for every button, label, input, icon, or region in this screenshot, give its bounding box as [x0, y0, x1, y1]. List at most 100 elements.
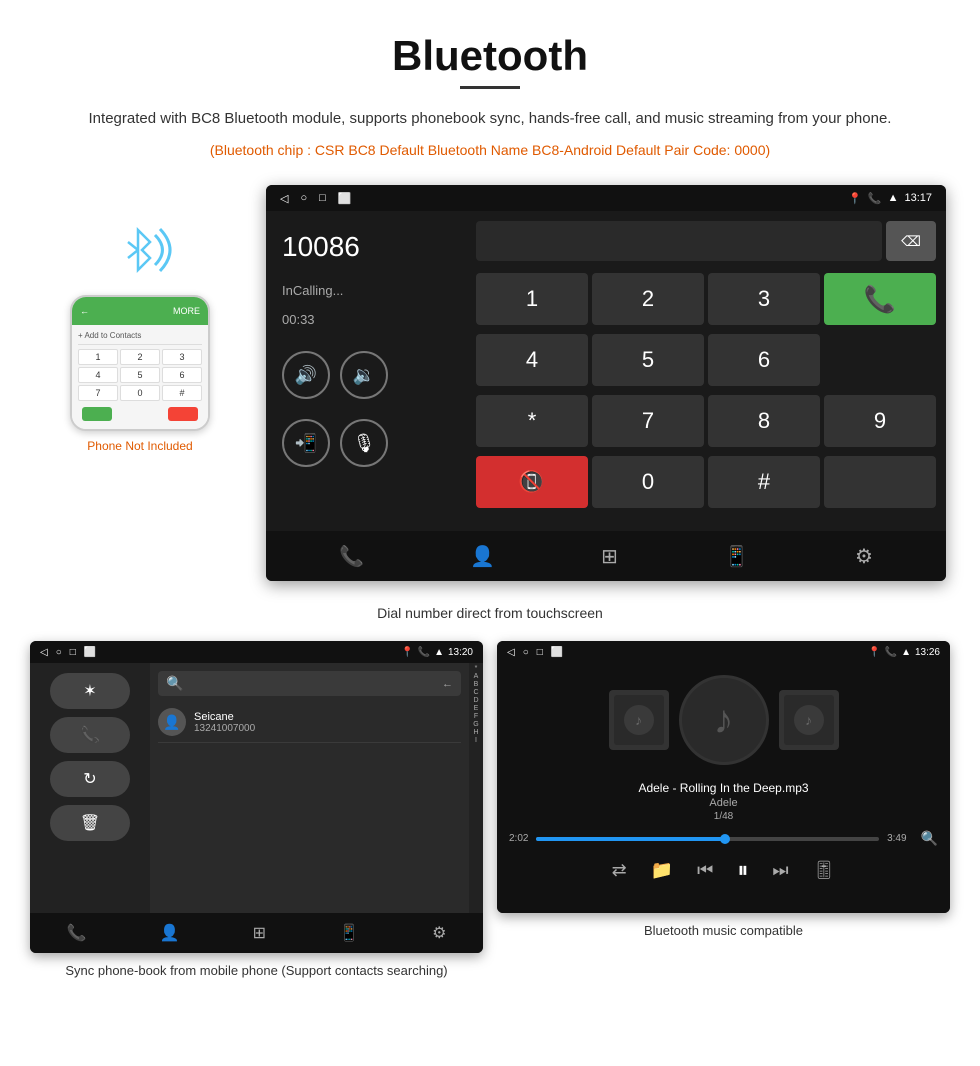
key-8[interactable]: 8 [708, 395, 820, 447]
contacts-search-row: 🔍 ← [158, 671, 461, 696]
phone-mockup: ← MORE + Add to Contacts 1 2 3 4 5 6 7 0… [70, 295, 210, 431]
dial-controls-row1: 🔊 🔉 [282, 351, 450, 399]
mute-button[interactable]: 🎙 [340, 419, 388, 467]
contacts-status-right: 📍 📞 ▲ 13:20 [401, 647, 473, 658]
music-search-icon[interactable]: 🔍 [921, 830, 938, 847]
dial-left-panel: 10086 InCalling... 00:33 🔊 🔉 📲 🎙 [266, 211, 466, 531]
phone-key-6: 6 [162, 367, 202, 383]
key-star[interactable]: * [476, 395, 588, 447]
contact-name: Seicane [194, 711, 255, 723]
volume-up-button[interactable]: 🔊 [282, 351, 330, 399]
music-progress-bar[interactable] [536, 837, 879, 841]
bottom-row: ◁ ○ □ ⬜ 📍 📞 ▲ 13:20 ✶ 📞 ↻ 🗑 [0, 641, 980, 981]
call-button[interactable]: 📞 [824, 273, 936, 325]
phone-key-3: 3 [162, 349, 202, 365]
dial-time: 13:17 [904, 192, 932, 204]
music-progress-dot [720, 834, 730, 844]
calls-tab-icon[interactable]: 📞 [339, 544, 364, 569]
delete-button[interactable]: ⌫ [886, 221, 936, 261]
alpha-c: C [473, 689, 478, 696]
add-contact-label: + Add to Contacts [78, 331, 202, 340]
c-location-icon: 📍 [401, 647, 413, 658]
dial-controls-row2: 📲 🎙 [282, 419, 450, 467]
music-mini-android: ◁ ○ □ ⬜ 📍 📞 ▲ 13:26 ♪ [497, 641, 950, 913]
volume-down-button[interactable]: 🔉 [340, 351, 388, 399]
phone-container: ← MORE + Add to Contacts 1 2 3 4 5 6 7 0… [30, 185, 250, 453]
music-status-right: 📍 📞 ▲ 13:26 [868, 647, 940, 658]
eq-button[interactable]: 🎚 [813, 860, 836, 881]
key-3[interactable]: 3 [708, 273, 820, 325]
contacts-time: 13:20 [448, 647, 473, 658]
key-4[interactable]: 4 [476, 334, 588, 386]
c-contacts-icon[interactable]: 👤 [160, 923, 180, 943]
alpha-h: H [473, 729, 478, 736]
delete-sidebar-btn[interactable]: 🗑 [50, 805, 130, 841]
key-6[interactable]: 6 [708, 334, 820, 386]
dial-right-panel: ⌫ 1 2 3 📞 4 5 6 * 7 8 9 📵 0 # [466, 211, 946, 531]
c-calls-icon[interactable]: 📞 [67, 923, 87, 943]
contacts-tab-icon[interactable]: 👤 [470, 544, 495, 569]
key-hash[interactable]: # [708, 456, 820, 508]
refresh-sidebar-btn[interactable]: ↻ [50, 761, 130, 797]
next-button[interactable]: ⏭ [772, 860, 788, 881]
contacts-bottom-bar: 📞 👤 ⊞ 📱 ⚙ [30, 913, 483, 953]
dial-bottom-bar: 📞 👤 ⊞ 📱 ⚙ [266, 531, 946, 581]
home-icon: ○ [300, 192, 307, 204]
end-call-button[interactable]: 📵 [476, 456, 588, 508]
dial-status-bar: ◁ ○ □ ⬜ 📍 📞 ▲ 13:17 [266, 185, 946, 211]
screenshot-icon: ⬜ [338, 192, 352, 205]
dial-content: 10086 InCalling... 00:33 🔊 🔉 📲 🎙 ⌫ [266, 211, 946, 531]
bluetooth-phone-icon[interactable]: 📱 [724, 544, 749, 569]
m-back-icon: ◁ [507, 647, 515, 658]
alpha-g: G [473, 721, 478, 728]
m-home-icon: ○ [523, 647, 529, 658]
alpha-i: I [475, 737, 477, 744]
dial-input-row: ⌫ [476, 221, 936, 261]
bluetooth-icon-wrap [100, 215, 180, 285]
android-dial-screen: ◁ ○ □ ⬜ 📍 📞 ▲ 13:17 10086 InCalling... 0… [266, 185, 946, 581]
c-dialpad-icon[interactable]: ⊞ [253, 923, 266, 943]
c-bt-phone-icon[interactable]: 📱 [339, 923, 359, 943]
main-content-area: ← MORE + Add to Contacts 1 2 3 4 5 6 7 0… [0, 185, 980, 581]
settings-tab-icon[interactable]: ⚙ [855, 544, 873, 569]
prev-button[interactable]: ⏮ [697, 860, 713, 881]
shuffle-button[interactable]: ⇄ [612, 860, 627, 881]
album-art-right: ♪ [779, 690, 839, 750]
music-content: ♪ ♪ ♪ Adele - Ro [497, 663, 950, 913]
folder-button[interactable]: 📁 [651, 860, 673, 881]
keypad-grid: 1 2 3 📞 4 5 6 * 7 8 9 📵 0 # [476, 273, 936, 521]
key-2[interactable]: 2 [592, 273, 704, 325]
c-recent-icon: □ [70, 647, 76, 658]
c-screenshot-icon: ⬜ [84, 647, 96, 658]
music-artist-name: Adele [709, 797, 737, 809]
transfer-button[interactable]: 📲 [282, 419, 330, 467]
phone-key-1: 1 [78, 349, 118, 365]
contact-item: 👤 Seicane 13241007000 [158, 702, 461, 743]
alpha-f: F [474, 713, 478, 720]
key-5[interactable]: 5 [592, 334, 704, 386]
album-art-main: ♪ [679, 675, 769, 765]
phone-key-2: 2 [120, 349, 160, 365]
music-track-number: 1/48 [714, 811, 733, 822]
dialpad-tab-icon[interactable]: ⊞ [601, 544, 618, 569]
bluetooth-sidebar-btn[interactable]: ✶ [50, 673, 130, 709]
contacts-screen-wrap: ◁ ○ □ ⬜ 📍 📞 ▲ 13:20 ✶ 📞 ↻ 🗑 [30, 641, 483, 981]
bluetooth-signal-icon [100, 215, 180, 285]
play-pause-button[interactable]: ⏸ [737, 857, 748, 883]
alpha-list: * A B C D E F G H I [469, 663, 483, 913]
phone-not-included-label: Phone Not Included [87, 439, 192, 453]
phone-sidebar-btn[interactable]: 📞 [50, 717, 130, 753]
key-0[interactable]: 0 [592, 456, 704, 508]
dial-input-box [476, 221, 882, 261]
key-9[interactable]: 9 [824, 395, 936, 447]
key-1[interactable]: 1 [476, 273, 588, 325]
dial-number-display: 10086 [282, 231, 450, 263]
dial-status-label: InCalling... [282, 283, 450, 298]
alpha-b: B [474, 681, 479, 688]
phone-divider [78, 344, 202, 345]
c-settings-icon[interactable]: ⚙ [432, 923, 446, 943]
key-7[interactable]: 7 [592, 395, 704, 447]
contacts-status-bar: ◁ ○ □ ⬜ 📍 📞 ▲ 13:20 [30, 641, 483, 663]
m-phone-icon: 📞 [885, 647, 897, 658]
description-text: Integrated with BC8 Bluetooth module, su… [0, 107, 980, 131]
